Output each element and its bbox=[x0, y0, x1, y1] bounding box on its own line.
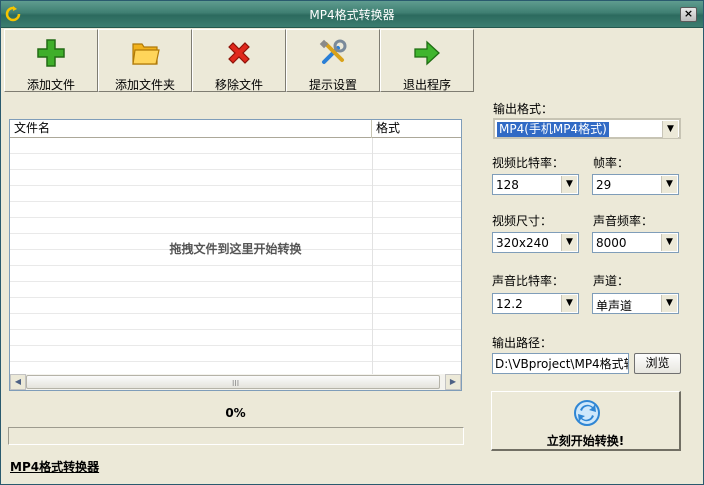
remove-file-label: 移除文件 bbox=[214, 78, 263, 92]
remove-file-button[interactable]: 移除文件 bbox=[192, 29, 286, 92]
audio-bitrate-select[interactable]: 12.2 ▼ bbox=[492, 293, 579, 314]
output-path-label: 输出路径： bbox=[492, 336, 553, 350]
framerate-select[interactable]: 29 ▼ bbox=[592, 174, 679, 195]
chevron-down-icon[interactable]: ▼ bbox=[561, 295, 577, 312]
add-folder-button[interactable]: 添加文件夹 bbox=[98, 29, 192, 92]
chevron-down-icon[interactable]: ▼ bbox=[662, 121, 678, 138]
output-format-value: MP4(手机MP4格式) bbox=[497, 122, 609, 137]
framerate-label: 帧率： bbox=[593, 156, 630, 170]
audio-rate-label: 声音频率： bbox=[593, 214, 654, 228]
video-size-value: 320x240 bbox=[496, 236, 549, 250]
audio-bitrate-label: 声音比特率： bbox=[492, 274, 565, 288]
video-bitrate-select[interactable]: 128 ▼ bbox=[492, 174, 579, 195]
video-size-label: 视频尺寸： bbox=[492, 214, 553, 228]
video-bitrate-value: 128 bbox=[496, 178, 519, 192]
settings-label: 提示设置 bbox=[308, 78, 357, 92]
scroll-left-button[interactable]: ◀ bbox=[10, 374, 26, 390]
start-convert-button[interactable]: 立刻开始转换! bbox=[491, 391, 681, 451]
progress-bar bbox=[8, 427, 464, 445]
chevron-down-icon[interactable]: ▼ bbox=[661, 295, 677, 312]
output-path-input[interactable] bbox=[492, 353, 629, 374]
add-folder-label: 添加文件夹 bbox=[114, 78, 175, 92]
audio-bitrate-value: 12.2 bbox=[496, 297, 523, 311]
folder-icon bbox=[132, 43, 160, 65]
arrow-right-icon bbox=[414, 40, 440, 66]
audio-rate-select[interactable]: 8000 ▼ bbox=[592, 232, 679, 253]
output-format-label: 输出格式： bbox=[493, 102, 554, 116]
window-title: MP4格式转换器 bbox=[309, 8, 395, 22]
add-file-button[interactable]: 添加文件 bbox=[4, 29, 98, 92]
scroll-right-button[interactable]: ▶ bbox=[445, 374, 461, 390]
column-filename[interactable]: 文件名 bbox=[10, 120, 372, 138]
exit-button[interactable]: 退出程序 bbox=[380, 29, 474, 92]
chevron-down-icon[interactable]: ▼ bbox=[661, 176, 677, 193]
chevron-down-icon[interactable]: ▼ bbox=[561, 234, 577, 251]
file-list[interactable]: 文件名 格式 拖拽文件到这里开始转换 ◀ III ▶ bbox=[9, 119, 462, 391]
progress-percent: 0% bbox=[225, 406, 246, 420]
scroll-grip-icon: III bbox=[232, 379, 240, 388]
channel-select[interactable]: 单声道 ▼ bbox=[592, 293, 679, 314]
x-icon bbox=[228, 42, 250, 64]
scroll-thumb[interactable]: III bbox=[26, 375, 440, 389]
app-link[interactable]: MP4格式转换器 bbox=[10, 458, 99, 475]
browse-button[interactable]: 浏览 bbox=[634, 353, 681, 374]
exit-label: 退出程序 bbox=[402, 78, 451, 92]
plus-icon bbox=[37, 39, 65, 67]
file-list-header: 文件名 格式 bbox=[10, 120, 461, 138]
chevron-down-icon[interactable]: ▼ bbox=[561, 176, 577, 193]
drop-hint: 拖拽文件到这里开始转换 bbox=[169, 242, 302, 256]
framerate-value: 29 bbox=[596, 178, 612, 192]
add-file-label: 添加文件 bbox=[26, 78, 75, 92]
toolbar: 添加文件 添加文件夹 移除文件 提示设置 退出程序 bbox=[4, 29, 474, 92]
audio-rate-value: 8000 bbox=[596, 236, 627, 250]
horizontal-scrollbar[interactable]: ◀ III ▶ bbox=[10, 374, 461, 390]
video-size-select[interactable]: 320x240 ▼ bbox=[492, 232, 579, 253]
channel-value: 单声道 bbox=[596, 299, 633, 313]
start-convert-label: 立刻开始转换! bbox=[546, 434, 625, 448]
channel-label: 声道： bbox=[593, 274, 630, 288]
title-bar[interactable]: MP4格式转换器 × bbox=[1, 1, 703, 28]
tools-icon bbox=[319, 39, 347, 64]
column-format[interactable]: 格式 bbox=[372, 120, 461, 138]
chevron-down-icon[interactable]: ▼ bbox=[661, 234, 677, 251]
settings-button[interactable]: 提示设置 bbox=[286, 29, 380, 92]
output-format-select[interactable]: MP4(手机MP4格式) ▼ bbox=[493, 118, 681, 139]
app-window: MP4格式转换器 × 添加文件 添加文件夹 移除文件 提示设置 退出程序 文件名… bbox=[0, 0, 704, 485]
convert-icon bbox=[574, 400, 600, 426]
close-button[interactable]: × bbox=[680, 7, 697, 22]
video-bitrate-label: 视频比特率： bbox=[492, 156, 565, 170]
